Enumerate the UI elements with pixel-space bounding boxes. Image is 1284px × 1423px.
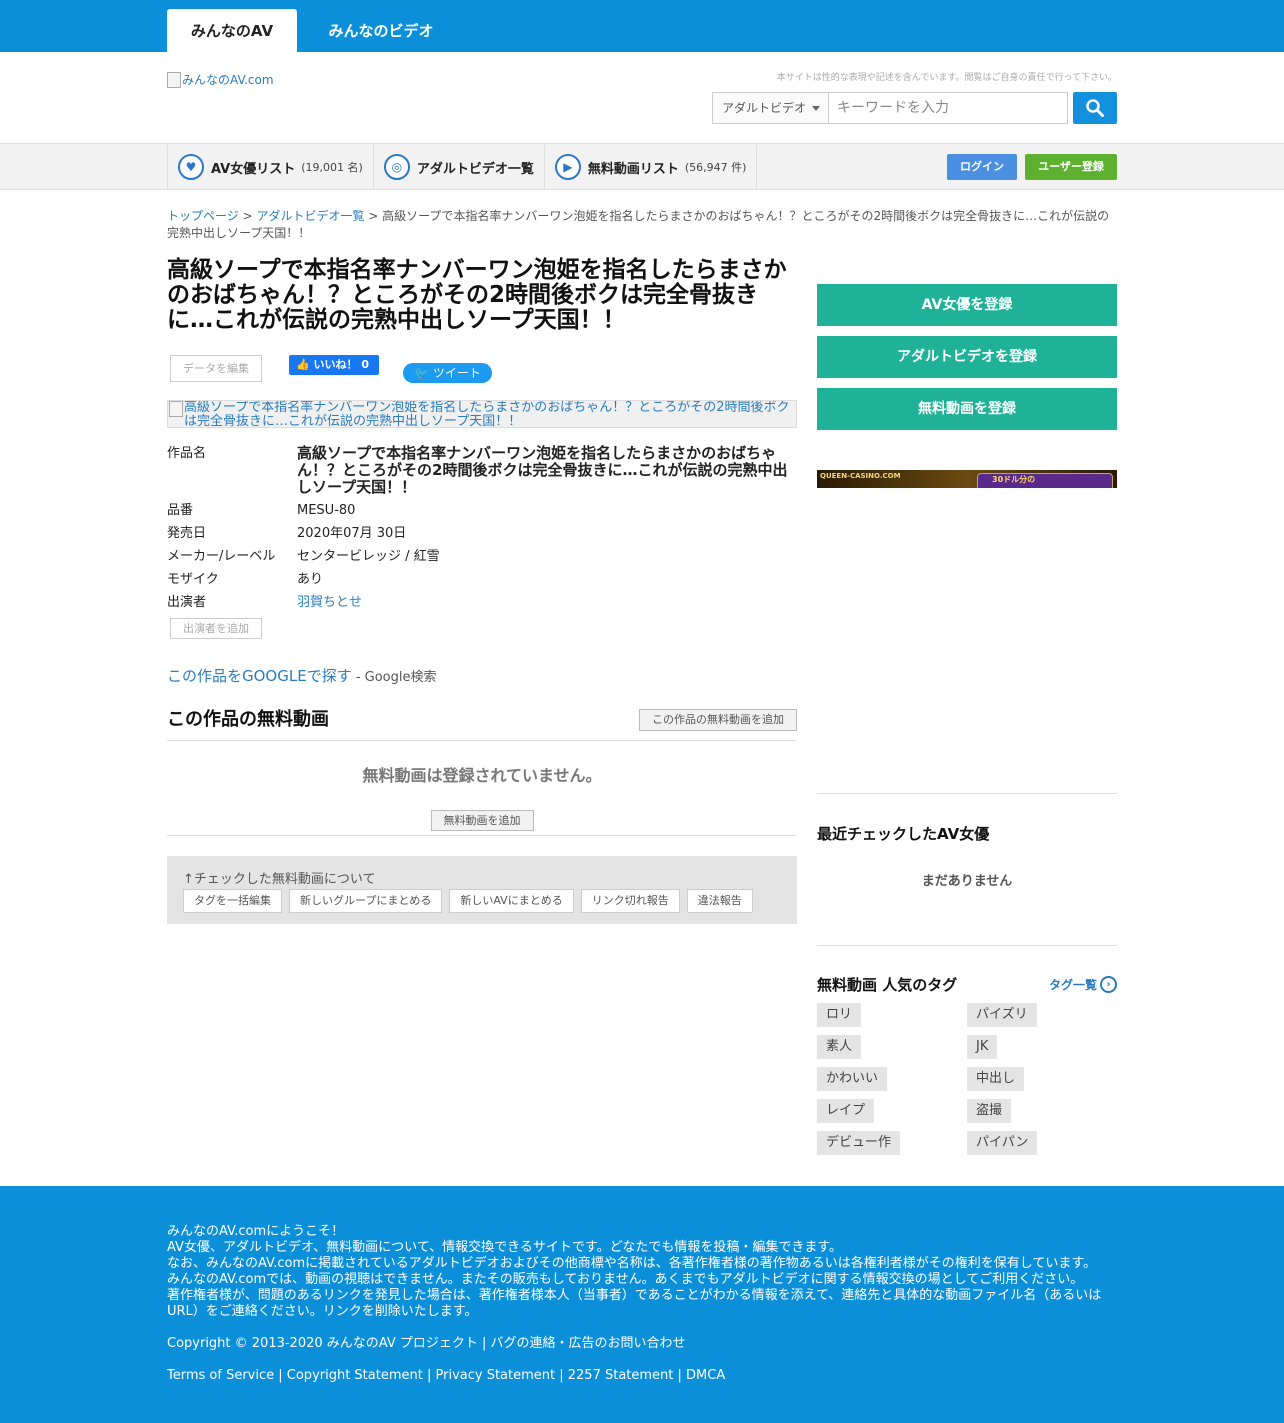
info-date-value: 2020年07月 30日 (297, 526, 407, 541)
heart-icon: ♥ (178, 154, 204, 180)
google-search-link[interactable]: この作品をGOOGLEで探す (167, 667, 352, 685)
footer-text: みんなのAV.comでは、動画の視聴はできません。またその販売もしておりません。… (167, 1272, 1084, 1287)
tag-item[interactable]: パイパン (967, 1131, 1038, 1155)
site-header: みんなのAV.com 本サイトは性的な表現や記述を含んでいます。閲覧はご自身の責… (0, 52, 1284, 144)
add-free-video-top-button[interactable]: この作品の無料動画を追加 (639, 709, 797, 731)
footer-dmca-link[interactable]: DMCA (686, 1368, 725, 1383)
popular-tags-heading: 無料動画 人気のタグ (817, 976, 958, 994)
tag-item[interactable]: 盗撮 (967, 1099, 1012, 1123)
chevron-right-icon: › (1100, 976, 1117, 993)
register-actress-button[interactable]: AV女優を登録 (817, 284, 1117, 326)
tag-item[interactable]: 中出し (967, 1067, 1025, 1091)
footer-contact-link[interactable]: バグの連絡・広告のお問い合わせ (491, 1336, 686, 1351)
caret-down-icon (812, 106, 820, 111)
tag-item[interactable]: 素人 (817, 1035, 862, 1059)
tag-item[interactable]: かわいい (817, 1067, 888, 1091)
nav-free-video-list[interactable]: ▶ 無料動画リスト (56,947 件) (543, 144, 758, 190)
thumbs-up-icon: 👍 (296, 358, 314, 371)
footer-copyright-link[interactable]: Copyright Statement (287, 1368, 423, 1383)
add-free-video-button[interactable]: 無料動画を追加 (430, 810, 534, 831)
search-bar: アダルトビデオ キーワードを入力 (712, 92, 1117, 124)
footer-text: 著作権者様が、問題のあるリンクを発見した場合は、著作権者様本人（当事者）であるこ… (167, 1288, 1102, 1319)
search-category-select[interactable]: アダルトビデオ (712, 92, 828, 124)
play-icon: ▶ (554, 154, 581, 180)
site-footer: みんなのAV.comにようこそ！ AV女優、アダルトビデオ、無料動画について、情… (0, 1186, 1284, 1423)
info-code-value: MESU-80 (297, 503, 356, 518)
search-input[interactable]: キーワードを入力 (828, 92, 1068, 124)
breadcrumb: トップページ > アダルトビデオ一覧 > 高級ソープで本指名率ナンバーワン泡姫を… (167, 209, 1110, 240)
broken-link-report-button[interactable]: リンク切れ報告 (580, 889, 680, 913)
register-free-video-button[interactable]: 無料動画を登録 (817, 388, 1117, 430)
footer-text: AV女優、アダルトビデオ、無料動画について、情報交換できるサイトです。どなたでも… (167, 1240, 843, 1255)
footer-text: みんなのAV.comにようこそ！ (167, 1224, 345, 1239)
free-video-empty-message: 無料動画は登録されていません。 (362, 766, 602, 785)
free-video-section-header: この作品の無料動画 この作品の無料動画を追加 (167, 708, 797, 741)
footer-terms-link[interactable]: Terms of Service (167, 1368, 274, 1383)
disclaimer: 本サイトは性的な表現や記述を含んでいます。閲覧はご自身の責任で行って下さい。 (776, 73, 1117, 83)
site-logo[interactable]: みんなのAV.com (167, 71, 274, 88)
logo-alt-text: みんなのAV.com (182, 73, 274, 87)
tag-item[interactable]: JK (967, 1035, 998, 1059)
recent-actress-heading: 最近チェックしたAV女優 (817, 825, 990, 843)
new-group-button[interactable]: 新しいグループにまとめる (289, 889, 443, 913)
main-content: 高級ソープで本指名率ナンバーワン泡姫を指名したらまさかのおばちゃん！？ところがそ… (167, 258, 797, 924)
tag-item[interactable]: レイプ (817, 1099, 875, 1123)
edit-data-button[interactable]: データを編集 (170, 355, 262, 382)
sidebar: AV女優を登録 アダルトビデオを登録 無料動画を登録 QUEEN-CASINO.… (817, 284, 1117, 1155)
main-nav: ♥ AV女優リスト (19,001 名) ◎ アダルトビデオ一覧 ▶ 無料動画リス… (0, 144, 1284, 190)
register-video-button[interactable]: アダルトビデオを登録 (817, 336, 1117, 378)
tab-minna-video[interactable]: みんなのビデオ (297, 9, 465, 52)
tweet-button[interactable]: 🐦 ツイート (403, 363, 492, 383)
info-label: メーカー/レーベル (167, 549, 276, 564)
tag-item[interactable]: デビュー作 (817, 1131, 901, 1155)
add-cast-button[interactable]: 出演者を追加 (170, 618, 262, 639)
info-label: 品番 (167, 503, 194, 518)
facebook-like-button[interactable]: 👍 いいね！ 0 (289, 355, 379, 375)
breadcrumb-video-list[interactable]: アダルトビデオ一覧 (256, 209, 364, 223)
recent-actress-empty: まだありません (921, 874, 1013, 889)
google-search-sub: - Google検索 (351, 670, 437, 685)
tag-list-link[interactable]: タグ一覧 › (1049, 976, 1117, 993)
footer-text: なお、みんなのAV.comに掲載されているアダルトビデオおよびその他商標や名称は… (167, 1256, 1097, 1271)
illegal-report-button[interactable]: 違法報告 (686, 889, 753, 913)
checked-actions-label: ↑チェックした無料動画について (183, 872, 376, 887)
footer-privacy-link[interactable]: Privacy Statement (436, 1368, 556, 1383)
tag-item[interactable]: ロリ (817, 1003, 862, 1027)
popular-tags: ロリ パイズリ 素人 JK かわいい 中出し レイプ 盗撮 デビュー作 パイパン (817, 1003, 1117, 1155)
search-button[interactable] (1073, 92, 1117, 124)
breadcrumb-home[interactable]: トップページ (167, 209, 239, 223)
page-title: 高級ソープで本指名率ナンバーワン泡姫を指名したらまさかのおばちゃん！？ところがそ… (167, 257, 787, 333)
disc-icon: ◎ (383, 154, 410, 180)
info-label: 発売日 (167, 526, 207, 541)
new-av-button[interactable]: 新しいAVにまとめる (449, 889, 574, 913)
cover-image[interactable]: 高級ソープで本指名率ナンバーワン泡姫を指名したらまさかのおばちゃん！？ところがそ… (167, 400, 797, 428)
footer-2257-link[interactable]: 2257 Statement (568, 1368, 674, 1383)
nav-actress-list[interactable]: ♥ AV女優リスト (19,001 名) (167, 144, 373, 190)
info-label: モザイク (167, 572, 219, 587)
search-icon (1086, 99, 1104, 117)
info-label: 作品名 (167, 446, 207, 461)
info-label: 出演者 (167, 595, 207, 610)
tag-item[interactable]: パイズリ (967, 1003, 1037, 1027)
login-button[interactable]: ログイン (947, 154, 1017, 180)
info-mosaic-value: あり (297, 572, 324, 587)
nav-video-list[interactable]: ◎ アダルトビデオ一覧 (372, 144, 544, 190)
top-bar: みんなのAV みんなのビデオ (0, 0, 1284, 52)
cast-link[interactable]: 羽賀ちとせ (297, 595, 362, 610)
twitter-bird-icon: 🐦 (414, 366, 433, 380)
info-title-value: 高級ソープで本指名率ナンバーワン泡姫を指名したらまさかのおばちゃん！？ところがそ… (297, 444, 788, 496)
ad-banner[interactable]: QUEEN-CASINO.COM 30ドル分の (817, 470, 1117, 488)
footer-copyright: Copyright © 2013-2020 みんなのAV プロジェクト (167, 1336, 478, 1351)
tab-minna-av[interactable]: みんなのAV (167, 9, 297, 52)
register-button[interactable]: ユーザー登録 (1025, 154, 1117, 180)
video-info-table: 作品名 高級ソープで本指名率ナンバーワン泡姫を指名したらまさかのおばちゃん！？とこ… (167, 445, 797, 617)
bulk-tag-edit-button[interactable]: タグを一括編集 (183, 889, 282, 913)
info-maker-value: センタービレッジ / 紅雪 (297, 549, 440, 564)
checked-actions-panel: ↑チェックした無料動画について タグを一括編集 新しいグループにまとめる 新しい… (167, 856, 797, 924)
broken-image-icon (169, 401, 183, 417)
broken-image-icon (167, 71, 181, 88)
